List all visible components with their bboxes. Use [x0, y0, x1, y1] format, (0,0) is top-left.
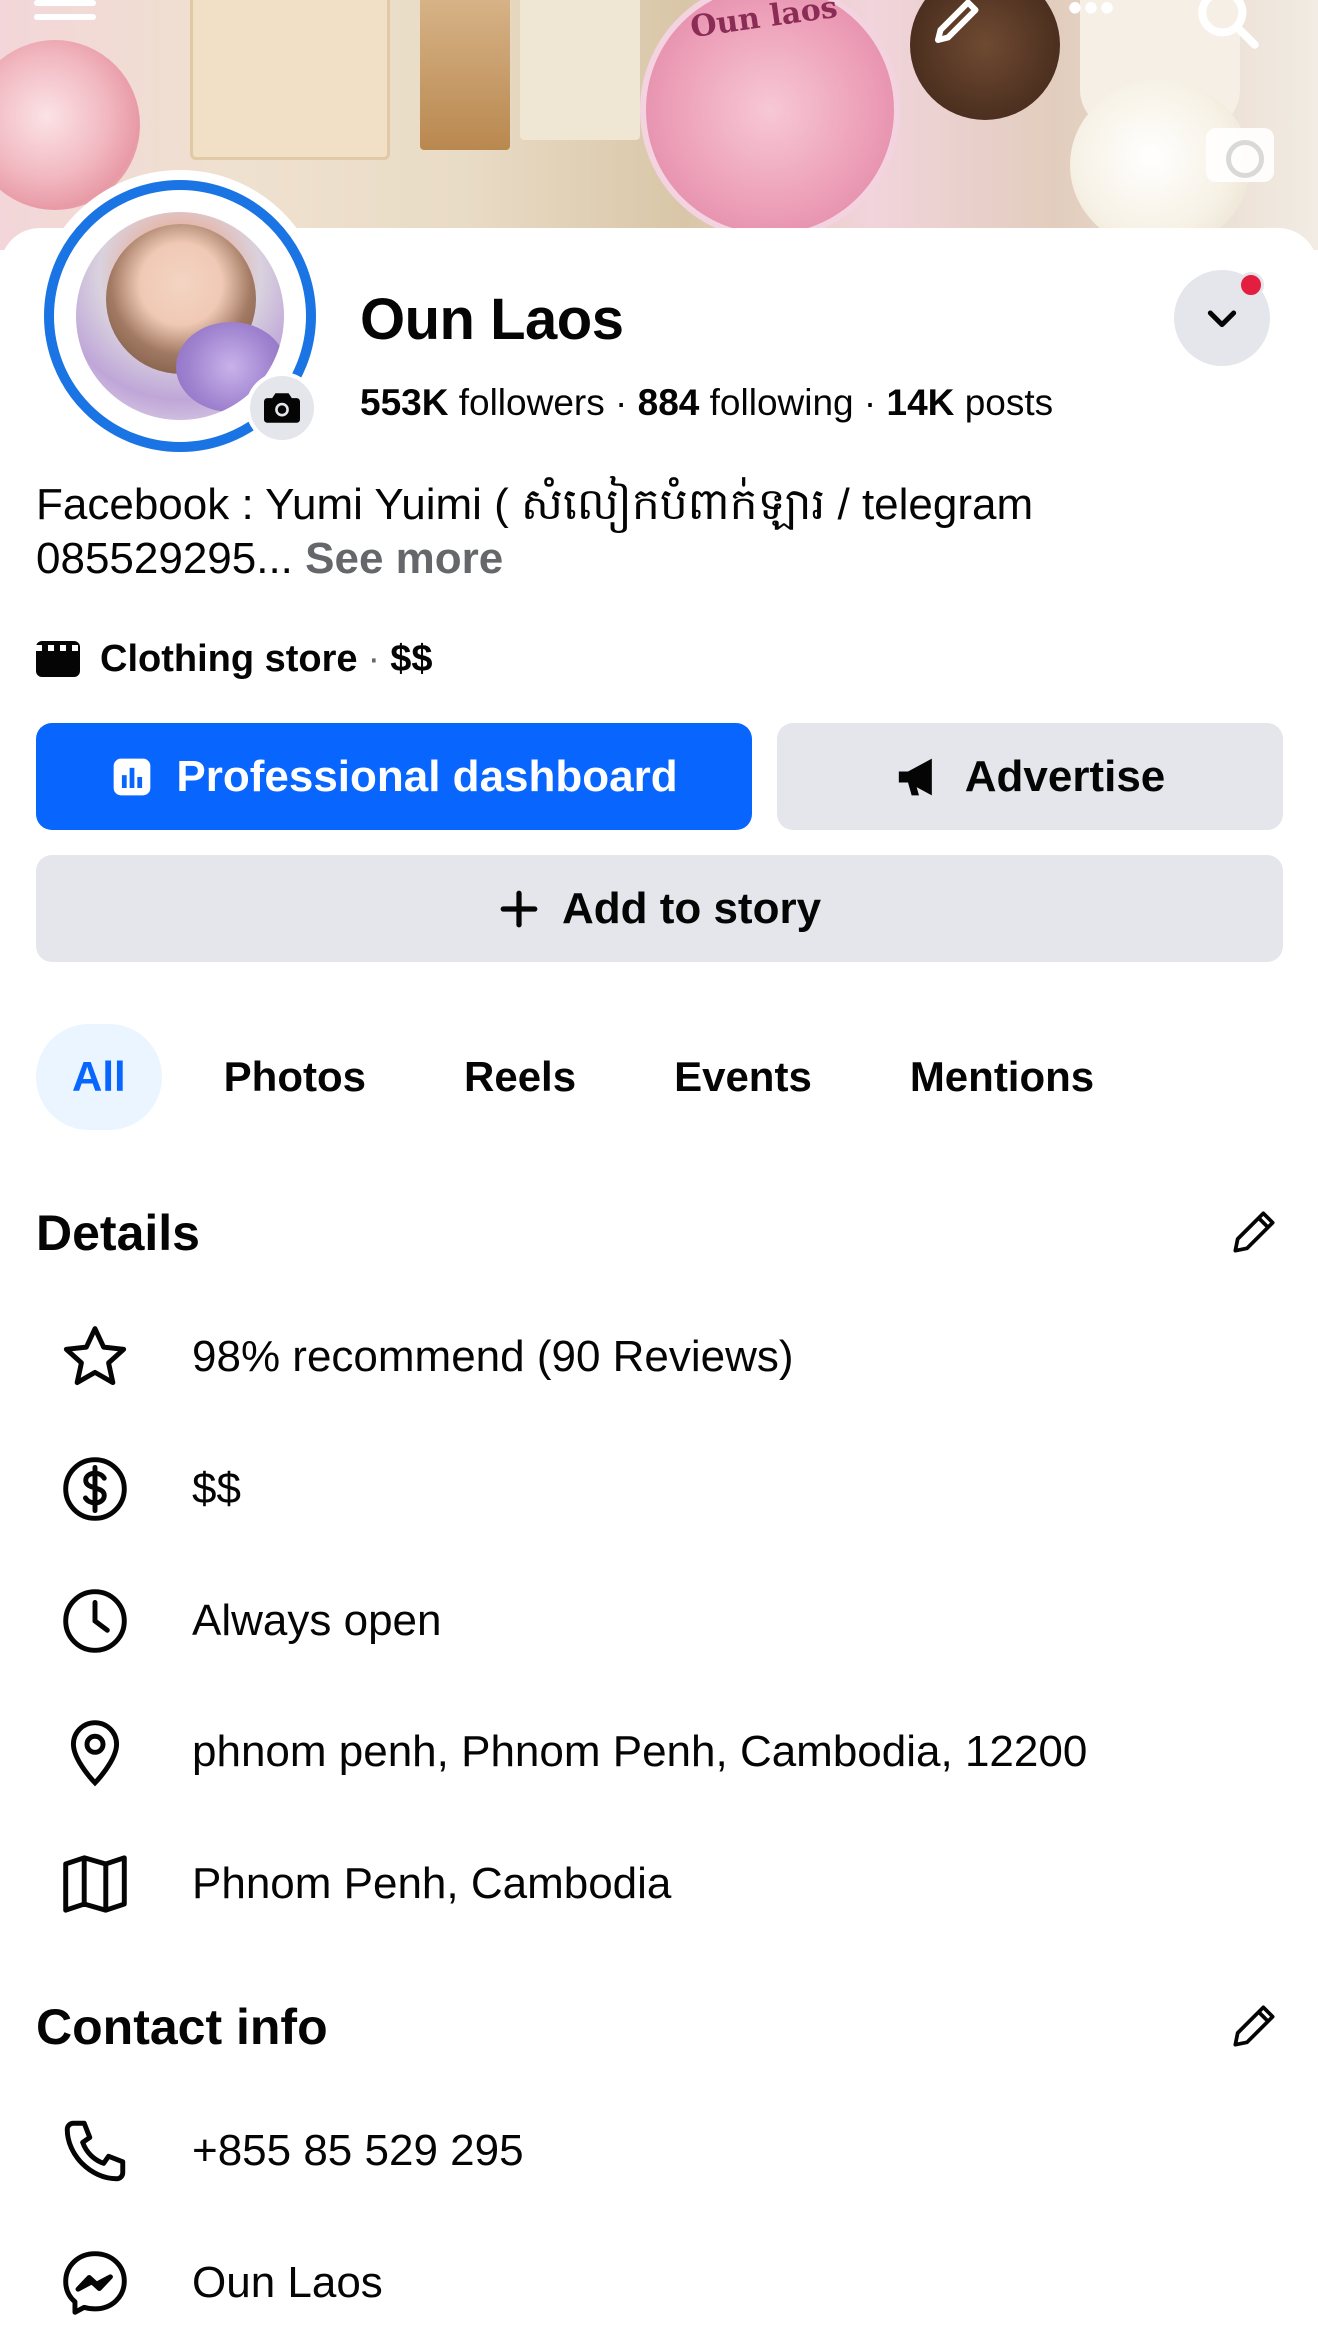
price-range: $$: [390, 637, 433, 680]
contact-row-messenger[interactable]: Oun Laos: [36, 2238, 1276, 2328]
edit-contact-pencil-icon[interactable]: [1226, 1998, 1282, 2059]
detail-row-address[interactable]: phnom penh, Phnom Penh, Cambodia, 12200: [36, 1707, 1276, 1797]
detail-row-hours[interactable]: Always open: [36, 1576, 1276, 1666]
phone-icon: [36, 2106, 154, 2196]
megaphone-icon: [895, 755, 943, 799]
following-count[interactable]: 884: [638, 382, 700, 423]
tab-events[interactable]: Events: [640, 1024, 846, 1130]
dashboard-icon: [110, 755, 154, 799]
category-label[interactable]: Clothing store: [100, 638, 358, 681]
detail-text: phnom penh, Phnom Penh, Cambodia, 12200: [192, 1727, 1088, 1776]
location-pin-icon: [36, 1707, 154, 1797]
plus-icon: [498, 888, 540, 930]
followers-label[interactable]: followers: [459, 382, 605, 423]
contact-text: Oun Laos: [192, 2258, 383, 2307]
detail-text: Always open: [192, 1596, 442, 1645]
cover-camera-icon[interactable]: [1206, 128, 1274, 182]
page-category: Clothing store · $$: [36, 634, 432, 684]
search-icon[interactable]: [1190, 0, 1264, 59]
dollar-icon: [36, 1444, 154, 1534]
detail-row-rating[interactable]: 98% recommend (90 Reviews): [36, 1312, 1276, 1402]
avatar-camera-icon[interactable]: [246, 372, 318, 444]
tab-reels[interactable]: Reels: [430, 1024, 610, 1130]
tab-photos[interactable]: Photos: [190, 1024, 400, 1130]
profile-bio: Facebook : Yumi Yuimi ( សំលៀកបំពាក់ឡារ /…: [36, 478, 1276, 586]
cover-product-bottle: [520, 0, 640, 140]
advertise-label: Advertise: [964, 751, 1166, 801]
see-more-link[interactable]: See more: [305, 534, 503, 583]
contact-text: +855 85 529 295: [192, 2126, 524, 2175]
detail-text: Phnom Penh, Cambodia: [192, 1859, 672, 1908]
tab-mentions[interactable]: Mentions: [876, 1024, 1128, 1130]
detail-text: $$: [192, 1464, 241, 1513]
contact-info-title: Contact info: [36, 1999, 328, 2055]
page-title: Oun Laos: [360, 287, 624, 352]
following-label[interactable]: following: [710, 382, 854, 423]
detail-row-price: $$: [36, 1444, 1276, 1534]
stats-separator: ·: [863, 382, 887, 423]
contact-row-phone[interactable]: +855 85 529 295: [36, 2106, 1276, 2196]
more-options-icon[interactable]: •••: [1068, 0, 1116, 31]
cover-product-box: [190, 0, 390, 160]
notification-dot: [1238, 272, 1264, 298]
details-title: Details: [36, 1205, 200, 1261]
content-tabs: All Photos Reels Events Mentions: [36, 1024, 1158, 1130]
bio-text: Facebook : Yumi Yuimi ( សំលៀកបំពាក់ឡារ /…: [36, 480, 1034, 583]
menu-icon[interactable]: [34, 0, 96, 30]
detail-row-region[interactable]: Phnom Penh, Cambodia: [36, 1839, 1276, 1929]
cover-product-jar: [640, 0, 900, 240]
add-to-story-label: Add to story: [561, 883, 822, 933]
professional-dashboard-label: Professional dashboard: [176, 751, 678, 801]
chevron-down-icon: [1207, 310, 1237, 328]
stats-separator: ·: [615, 382, 638, 423]
posts-label: posts: [964, 382, 1054, 423]
profile-stats: 553K followers · 884 following · 14K pos…: [360, 382, 1053, 424]
profile-switcher-button[interactable]: [1174, 270, 1270, 366]
advertise-button[interactable]: Advertise: [777, 723, 1283, 830]
edit-icon[interactable]: [928, 0, 988, 55]
add-to-story-button[interactable]: Add to story: [36, 855, 1283, 962]
messenger-icon: [36, 2238, 154, 2328]
category-separator: ·: [367, 637, 381, 680]
detail-text: 98% recommend (90 Reviews): [192, 1332, 794, 1381]
professional-dashboard-button[interactable]: Professional dashboard: [36, 723, 752, 830]
clapperboard-icon: [36, 641, 80, 677]
cover-product-bottle: [420, 0, 510, 150]
posts-count: 14K: [886, 382, 955, 423]
edit-details-pencil-icon[interactable]: [1226, 1204, 1282, 1265]
followers-count[interactable]: 553K: [360, 382, 448, 423]
clock-icon: [36, 1576, 154, 1666]
tab-all[interactable]: All: [36, 1024, 162, 1130]
star-icon: [36, 1312, 154, 1402]
map-icon: [36, 1839, 154, 1929]
